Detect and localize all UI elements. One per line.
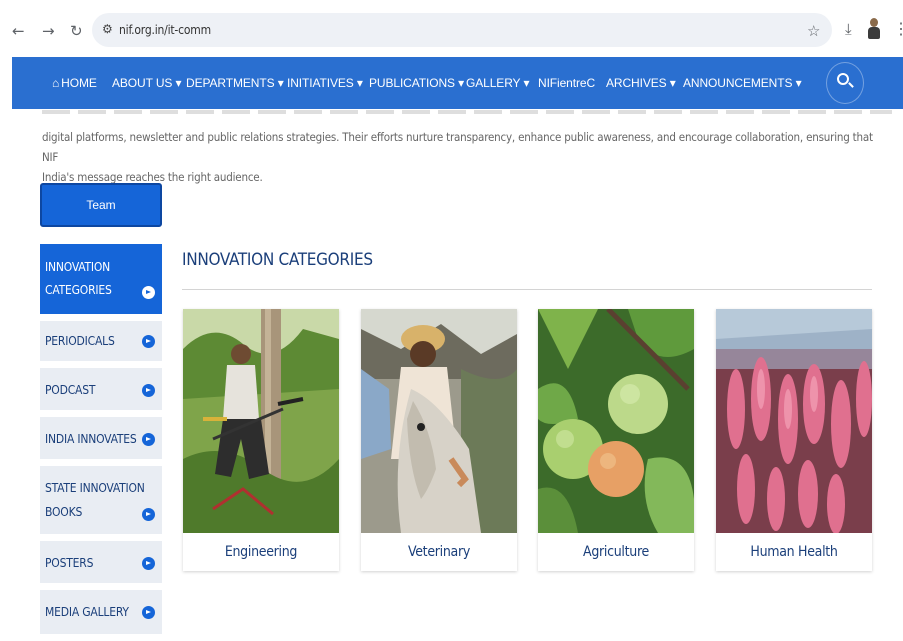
nav-announcements[interactable]: ANNOUNCEMENTS ▾ xyxy=(683,76,802,90)
forward-arrow-icon[interactable]: → xyxy=(42,22,55,40)
back-arrow-icon[interactable]: ← xyxy=(12,22,25,40)
chevron-right-icon xyxy=(142,384,155,397)
intro-paragraph: digital platforms, newsletter and public… xyxy=(42,130,873,184)
chevron-right-icon xyxy=(142,557,155,570)
chevron-right-icon xyxy=(142,508,155,521)
team-button[interactable]: Team xyxy=(40,183,162,227)
sidebar-item-label: STATE INNOVATION BOOKS xyxy=(45,481,145,519)
kebab-menu-icon[interactable]: ⋮ xyxy=(893,19,903,39)
url-text[interactable]: nif.org.in/it-comm xyxy=(119,23,211,37)
main-navbar: ⌂ HOME ABOUT US ▾ DEPARTMENTS ▾ INITIATIV… xyxy=(12,57,903,109)
nav-departments[interactable]: DEPARTMENTS ▾ xyxy=(186,76,284,90)
sidebar-item-label: MEDIA GALLERY xyxy=(45,605,129,619)
sidebar-item-periodicals[interactable]: PERIODICALS xyxy=(40,321,162,361)
veterinary-photo xyxy=(361,309,517,533)
sidebar-item-label: INNOVATION CATEGORIES xyxy=(45,260,112,297)
reload-icon[interactable]: ↻ xyxy=(70,22,83,40)
address-bar[interactable]: ⚙ nif.org.in/it-comm xyxy=(92,13,832,47)
card-caption: Agriculture xyxy=(583,544,649,560)
card-caption: Human Health xyxy=(750,544,838,560)
search-button[interactable] xyxy=(826,62,864,104)
nav-archives[interactable]: ARCHIVES ▾ xyxy=(606,76,676,90)
sidebar-item-podcast[interactable]: PODCAST xyxy=(40,368,162,410)
agriculture-photo xyxy=(538,309,694,533)
card-caption: Veterinary xyxy=(408,544,470,560)
card-caption: Engineering xyxy=(224,544,298,560)
site-settings-icon[interactable]: ⚙ xyxy=(102,22,113,36)
nav-initiatives[interactable]: INITIATIVES ▾ xyxy=(287,76,363,90)
sidebar-item-posters[interactable]: POSTERS xyxy=(40,541,162,583)
browser-toolbar: ← → ↻ ⚙ nif.org.in/it-comm ☆ ⤓ ⋮ xyxy=(0,0,903,58)
chevron-right-icon xyxy=(142,606,155,619)
sidebar-item-state-innovation-books[interactable]: STATE INNOVATION BOOKS xyxy=(40,466,162,534)
sidebar-item-label: PERIODICALS xyxy=(45,334,115,348)
category-card-veterinary[interactable]: Veterinary xyxy=(361,309,517,571)
home-icon: ⌂ xyxy=(52,76,60,90)
sidebar-item-india-innovates[interactable]: INDIA INNOVATES xyxy=(40,417,162,459)
sidebar-item-label: INDIA INNOVATES xyxy=(45,432,137,446)
section-title: INNOVATION CATEGORIES xyxy=(182,250,373,270)
scrolled-text-remnant xyxy=(42,110,892,119)
category-card-agriculture[interactable]: Agriculture xyxy=(538,309,694,571)
sidebar-item-media-gallery[interactable]: MEDIA GALLERY xyxy=(40,590,162,634)
download-icon[interactable]: ⤓ xyxy=(845,21,852,38)
chevron-right-icon xyxy=(142,286,155,299)
nav-nifientrec[interactable]: NIFientreC xyxy=(538,76,595,90)
chevron-right-icon xyxy=(142,433,155,446)
human-health-photo xyxy=(716,309,872,533)
category-card-human-health[interactable]: Human Health xyxy=(716,309,872,571)
nav-about-us[interactable]: ABOUT US ▾ xyxy=(112,76,182,90)
extension-avatar-icon[interactable] xyxy=(868,18,880,40)
section-divider xyxy=(182,289,872,290)
star-icon[interactable]: ☆ xyxy=(807,22,820,40)
sidebar-item-label: PODCAST xyxy=(45,383,96,397)
sidebar-item-innovation-categories[interactable]: INNOVATION CATEGORIES xyxy=(40,244,162,314)
chevron-right-icon xyxy=(142,335,155,348)
engineering-photo xyxy=(183,309,339,533)
sidebar-item-label: POSTERS xyxy=(45,556,94,570)
nav-home[interactable]: ⌂ HOME xyxy=(52,76,97,90)
nav-gallery[interactable]: GALLERY ▾ xyxy=(466,76,529,90)
category-card-engineering[interactable]: Engineering xyxy=(183,309,339,571)
nav-publications[interactable]: PUBLICATIONS ▾ xyxy=(369,76,464,90)
